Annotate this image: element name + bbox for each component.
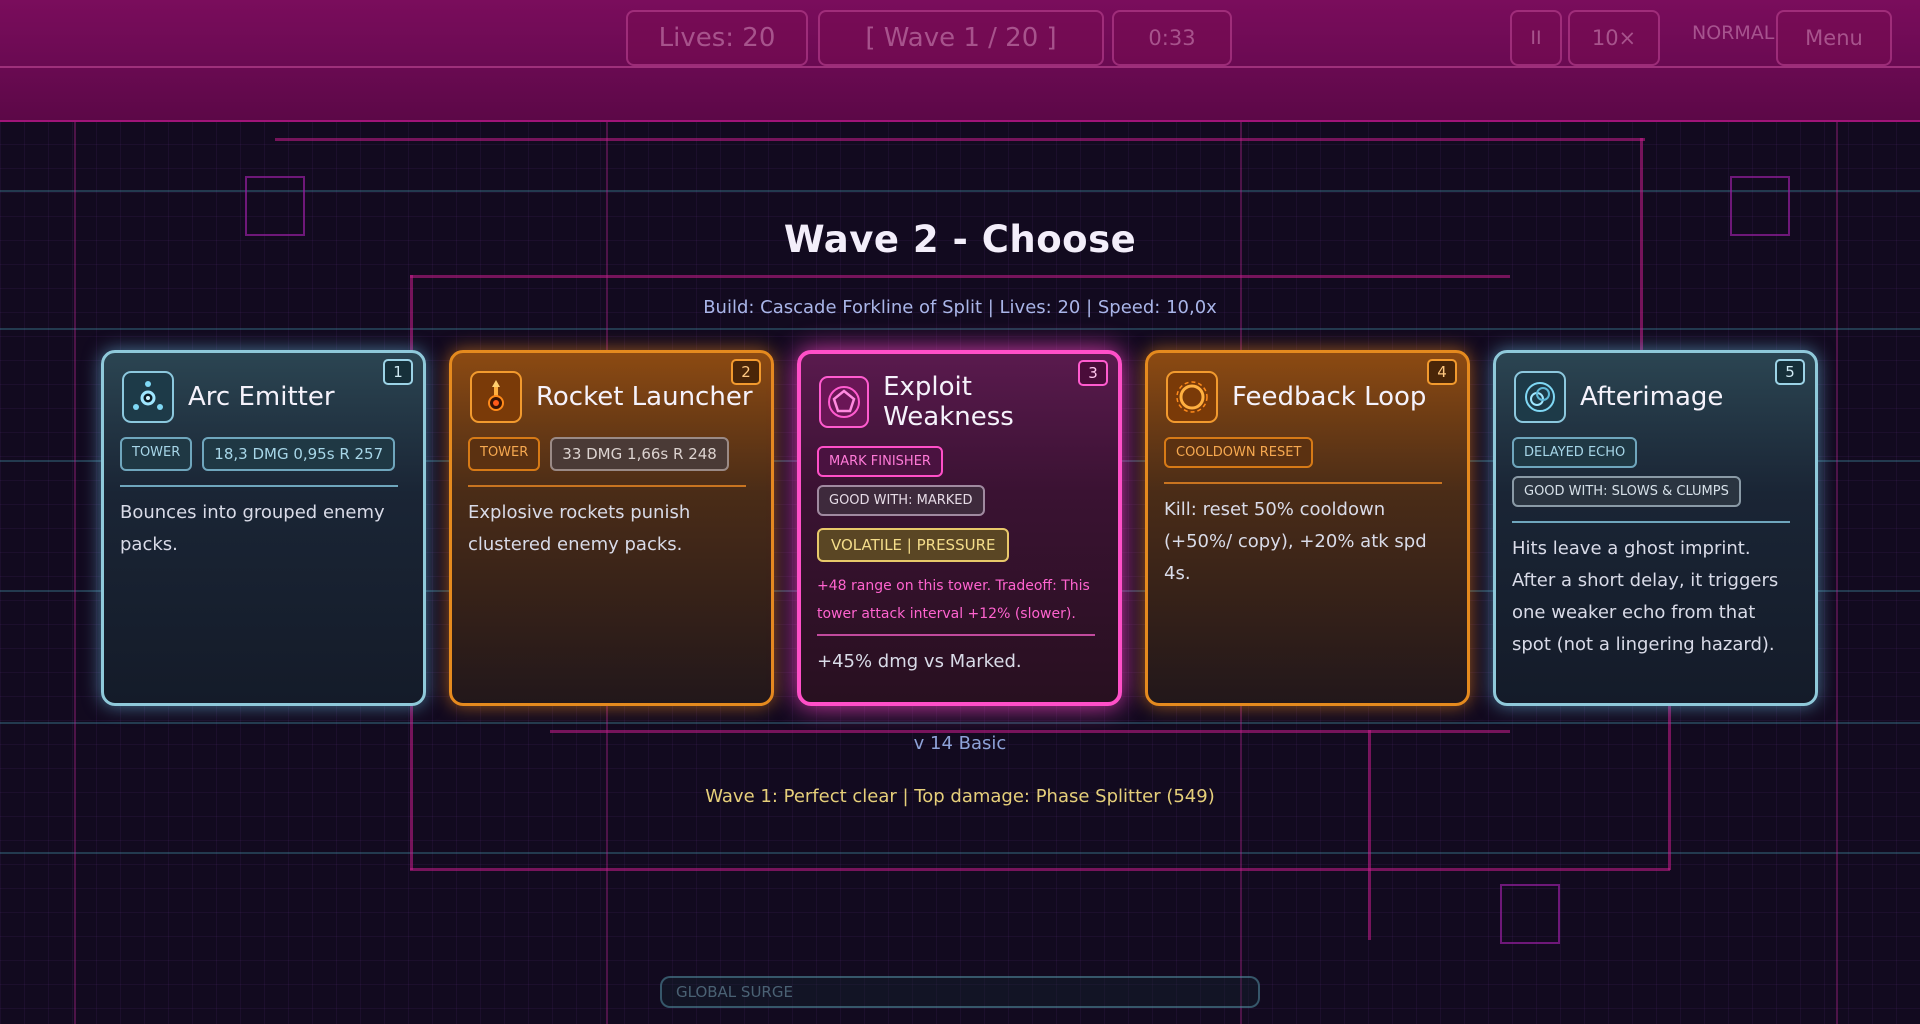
tag-stats: 18,3 DMG 0,95s R 257 — [202, 437, 396, 471]
card-number: 5 — [1775, 359, 1805, 385]
timer-display: 0:33 — [1112, 10, 1232, 66]
speed-button[interactable]: 10× — [1568, 10, 1660, 66]
card-number: 2 — [731, 359, 761, 385]
card-number: 3 — [1078, 360, 1108, 386]
card-divider — [817, 634, 1095, 636]
difficulty-label: NORMAL — [1692, 22, 1775, 44]
card-description: Kill: reset 50% cooldown (+50%/ copy), +… — [1164, 499, 1427, 584]
card-title: Arc Emitter — [188, 382, 335, 412]
tag-stats: 33 DMG 1,66s R 248 — [550, 437, 729, 471]
echo-icon — [1514, 371, 1566, 423]
tag-cooldown-reset: COOLDOWN RESET — [1164, 437, 1314, 468]
card-divider — [120, 485, 398, 487]
choice-card-feedback-loop[interactable]: 4 Feedback Loop COOLDOWN RESET Kill: res… — [1145, 350, 1470, 706]
wave-display: [ Wave 1 / 20 ] — [818, 10, 1104, 66]
card-description: Hits leave a ghost imprint. After a shor… — [1512, 538, 1779, 655]
top-hud: Lives: 20 [ Wave 1 / 20 ] 0:33 II 10× NO… — [0, 0, 1920, 122]
pause-button[interactable]: II — [1510, 10, 1562, 66]
tag-tower: TOWER — [468, 437, 541, 471]
choice-card-exploit-weakness[interactable]: 3 Exploit Weakness MARK FINISHER GOOD WI… — [797, 350, 1122, 706]
tag-tower: TOWER — [120, 437, 193, 471]
menu-button[interactable]: Menu — [1776, 10, 1892, 66]
tag-volatile-pressure: VOLATILE | PRESSURE — [817, 528, 1010, 562]
tag-good-with: GOOD WITH: MARKED — [817, 485, 985, 516]
hud-strip — [0, 66, 1920, 68]
card-title: Afterimage — [1580, 382, 1724, 412]
lives-display: Lives: 20 — [626, 10, 808, 66]
card-title: Feedback Loop — [1232, 382, 1427, 412]
tag-good-with: GOOD WITH: SLOWS & CLUMPS — [1512, 476, 1741, 507]
pentagon-icon — [819, 376, 870, 428]
tag-delayed-echo: DELAYED ECHO — [1512, 437, 1638, 468]
card-description: +45% dmg vs Marked. — [817, 651, 1022, 672]
rocket-icon — [470, 371, 522, 423]
wave-result-summary: Wave 1: Perfect clear | Top damage: Phas… — [705, 786, 1215, 807]
card-title: Exploit Weakness — [883, 372, 1014, 432]
card-number: 1 — [383, 359, 413, 385]
card-divider — [1164, 482, 1442, 484]
card-description: Explosive rockets punish clustered enemy… — [468, 502, 691, 555]
card-divider — [468, 485, 746, 487]
choice-card-afterimage[interactable]: 5 Afterimage DELAYED ECHO GOOD WITH: SLO… — [1493, 350, 1818, 706]
card-description: Bounces into grouped enemy packs. — [120, 502, 385, 555]
global-surge-bar: GLOBAL SURGE — [660, 976, 1260, 1008]
arc-emitter-icon — [122, 371, 174, 423]
build-info: Build: Cascade Forkline of Split | Lives… — [703, 297, 1217, 318]
choice-card-arc-emitter[interactable]: 1 Arc Emitter TOWER 18,3 DMG 0,95s R 257… — [101, 350, 426, 706]
card-divider — [1512, 521, 1790, 523]
loop-icon — [1166, 371, 1218, 423]
card-title: Rocket Launcher — [536, 382, 753, 412]
basic-options-toggle[interactable]: v 14 Basic — [0, 733, 1920, 754]
page-title: Wave 2 - Choose — [783, 218, 1137, 261]
choice-card-rocket-launcher[interactable]: 2 Rocket Launcher TOWER 33 DMG 1,66s R 2… — [449, 350, 774, 706]
tag-mark-finisher: MARK FINISHER — [817, 446, 943, 477]
card-tradeoff-note: +48 range on this tower. Tradeoff: This … — [817, 578, 1090, 622]
card-number: 4 — [1427, 359, 1457, 385]
